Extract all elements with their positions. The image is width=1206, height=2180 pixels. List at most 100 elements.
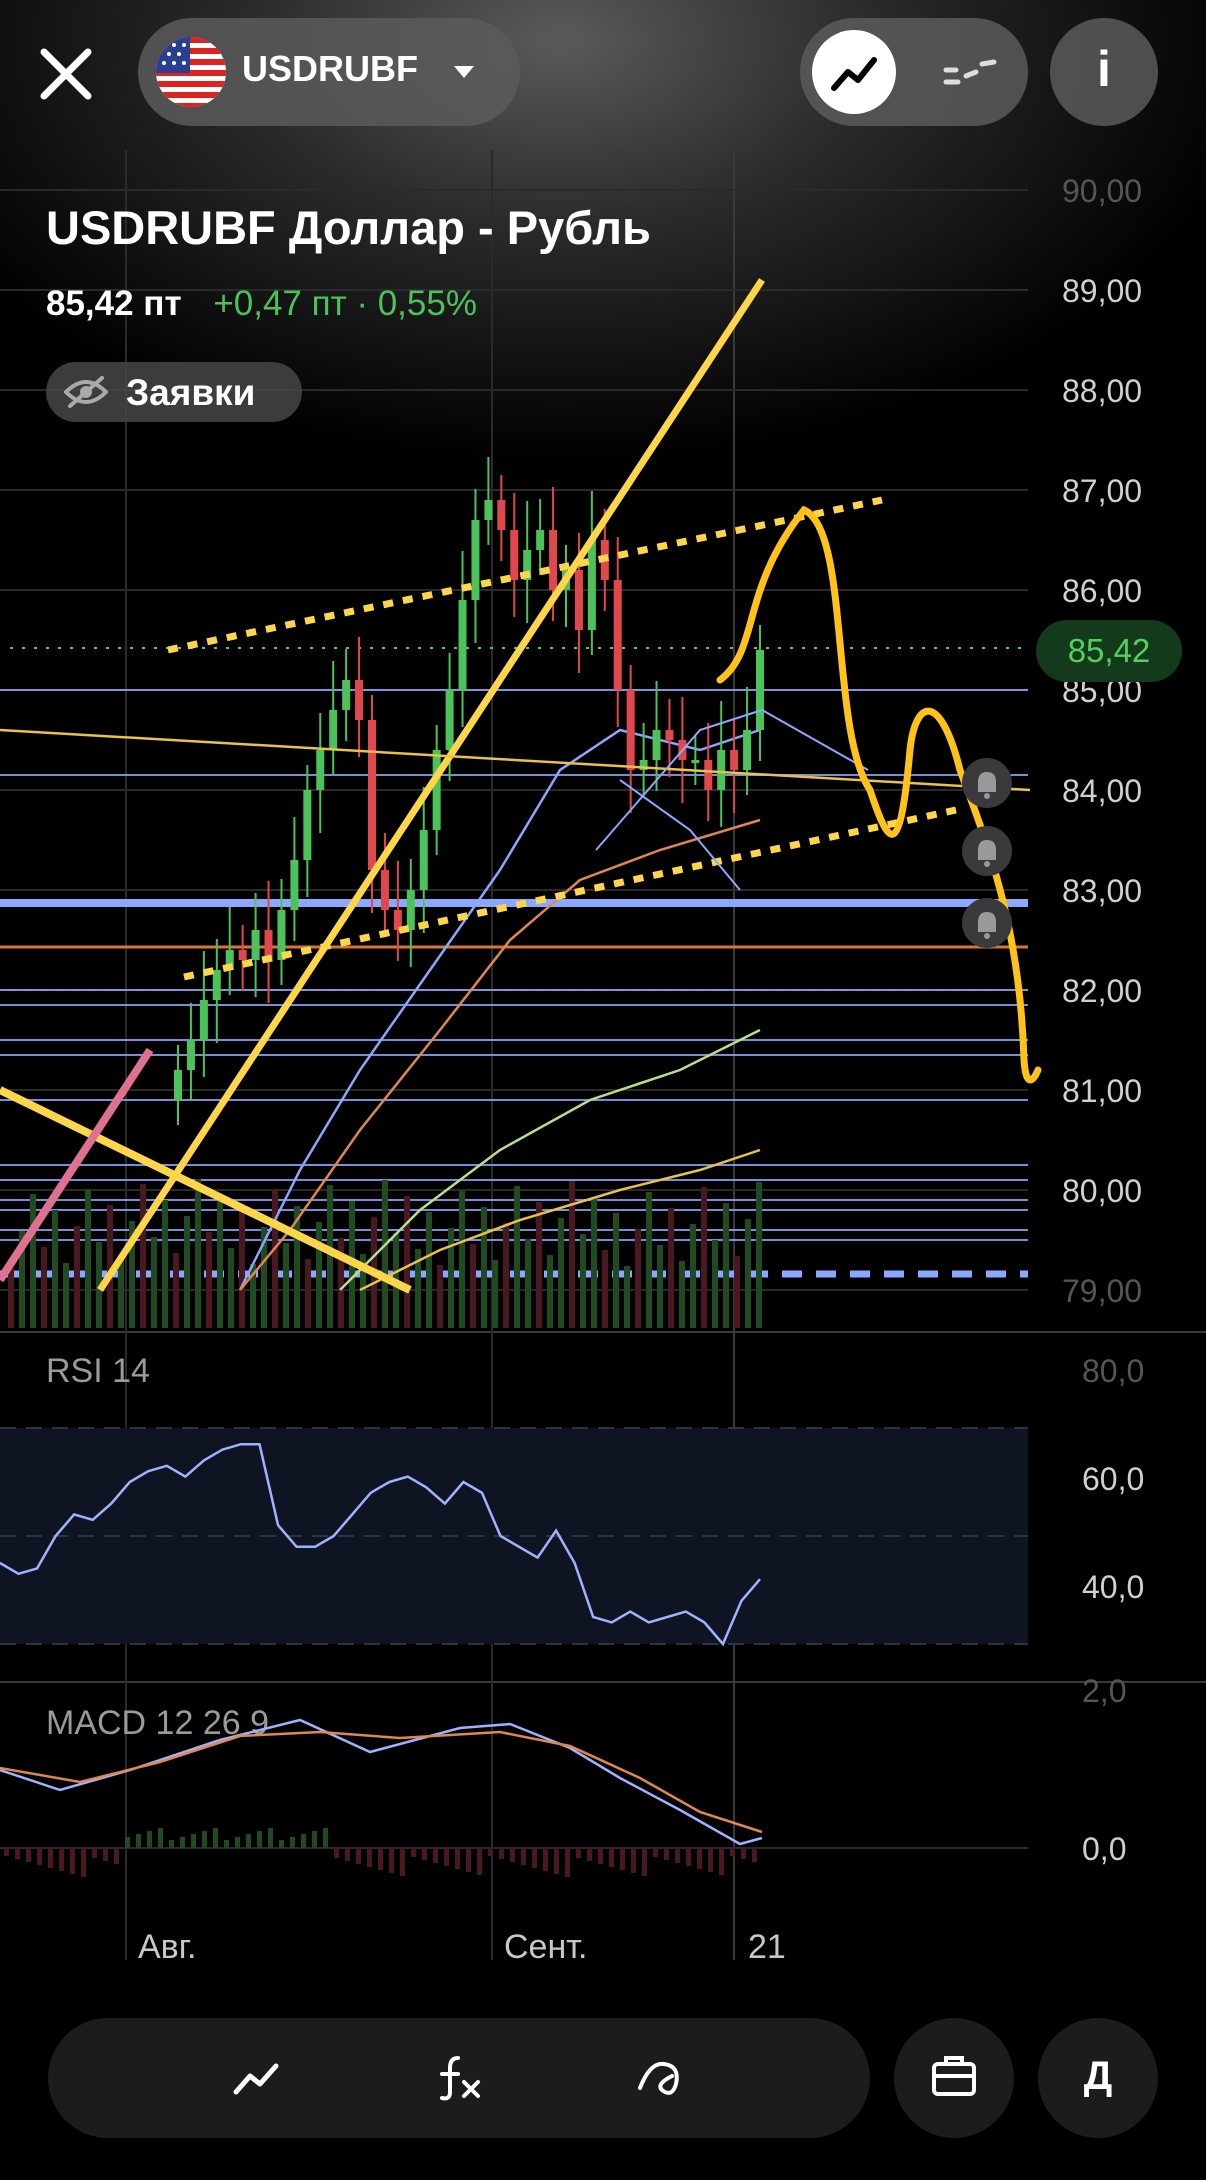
alert-bell[interactable]	[962, 898, 1012, 948]
macd-histogram-bar	[631, 1848, 636, 1873]
info-button[interactable]: i	[1050, 18, 1158, 126]
volume-bar	[52, 1210, 58, 1328]
alert-bell[interactable]	[962, 758, 1012, 808]
macd-histogram-bar	[653, 1848, 658, 1857]
macd-histogram-bar	[367, 1848, 372, 1867]
price-row: 85,42 пт +0,47 пт · 0,55%	[46, 284, 477, 324]
macd-histogram-bar	[719, 1848, 724, 1875]
moving-averages	[238, 728, 761, 1292]
rsi-tick-80: 80,0	[1082, 1353, 1144, 1389]
dashed-chart-icon	[943, 59, 997, 85]
chart-style-icon	[233, 2063, 279, 2095]
line-mode-button[interactable]	[812, 30, 896, 114]
candle-body	[497, 500, 506, 530]
macd-histogram-bar	[191, 1834, 196, 1848]
volume-bar	[272, 1190, 278, 1328]
candle-body	[406, 890, 415, 930]
candle-body	[290, 860, 299, 910]
bell-icon	[978, 772, 996, 799]
volume-bar	[437, 1265, 443, 1328]
volume-bar	[195, 1179, 201, 1328]
candle-body	[458, 600, 467, 690]
candle-body	[652, 730, 661, 760]
candle-body	[355, 680, 364, 720]
rsi-tick-60: 60,0	[1082, 1461, 1144, 1497]
candle-body	[303, 790, 312, 860]
macd-histogram-bar	[389, 1848, 394, 1873]
macd-histogram-bar	[741, 1848, 746, 1859]
volume-bar	[217, 1195, 223, 1328]
volume-bar	[283, 1243, 289, 1328]
briefcase-icon	[932, 2056, 976, 2096]
alert-bell[interactable]	[962, 826, 1012, 876]
volume-bar	[514, 1186, 520, 1328]
macd-histogram-bar	[312, 1831, 317, 1848]
volume-bar	[305, 1259, 311, 1328]
ticker-selector[interactable]: USDRUBF	[138, 18, 520, 126]
candle-body	[316, 750, 325, 790]
current-price-badge: 85,42	[1036, 620, 1182, 682]
close-button[interactable]	[34, 42, 98, 106]
horizontal-levels	[0, 647, 1030, 1278]
macd-histogram-bar	[81, 1848, 86, 1877]
macd-histogram-bar	[598, 1848, 603, 1864]
macd-histogram-bar	[730, 1848, 735, 1856]
x-label-aug: Авг.	[138, 1928, 196, 1966]
macd-tick-0: 0,0	[1082, 1831, 1126, 1867]
macd-histogram-bar	[279, 1840, 284, 1848]
macd-histogram-bar	[136, 1834, 141, 1848]
macd-histogram-bar	[26, 1848, 31, 1862]
volume-bar	[679, 1261, 685, 1328]
current-price-badge-value: 85,42	[1067, 632, 1151, 669]
candle-body	[626, 690, 635, 770]
indicators-button[interactable]	[428, 2048, 488, 2108]
macd-histogram-bar	[125, 1837, 130, 1848]
chart-style-button[interactable]	[226, 2048, 286, 2108]
volume-bar	[690, 1224, 696, 1328]
candle-body	[743, 730, 752, 770]
macd-histogram-bar	[455, 1848, 460, 1869]
macd-histogram-bar	[235, 1837, 240, 1848]
volume-bar	[448, 1228, 454, 1328]
orders-toggle[interactable]: Заявки	[46, 362, 302, 422]
candle-body	[665, 730, 674, 740]
x-label-sep: Сент.	[504, 1928, 588, 1966]
macd-histogram-bar	[554, 1848, 559, 1874]
chart-tools-bar	[48, 2018, 870, 2138]
volume-bar	[173, 1253, 179, 1328]
us-flag-icon	[156, 37, 226, 107]
price-tick-label: 81,00	[1062, 1073, 1142, 1109]
price-tick-label: 82,00	[1062, 973, 1142, 1009]
volume-bar	[723, 1203, 729, 1328]
candle-body	[380, 870, 389, 910]
candle-body	[199, 1000, 208, 1040]
volume-bar	[580, 1234, 586, 1328]
period-selector[interactable]: Д	[1038, 2018, 1158, 2138]
macd-histogram-bar	[334, 1848, 339, 1858]
instrument-title: USDRUBF Доллар - Рубль	[46, 201, 651, 254]
macd-histogram-bar	[37, 1848, 42, 1865]
compare-mode-button[interactable]	[940, 52, 1000, 92]
volume-bar	[558, 1218, 564, 1328]
drawing-button[interactable]	[632, 2048, 692, 2108]
volume-bar	[426, 1212, 432, 1328]
price-tick-label: 87,00	[1062, 473, 1142, 509]
macd-histogram-bar	[521, 1848, 526, 1865]
macd-histogram-bar	[4, 1848, 9, 1856]
price-change: +0,47 пт · 0,55%	[213, 284, 477, 323]
candle-body	[704, 760, 713, 790]
volume-bar	[239, 1211, 245, 1328]
candle-body	[186, 1040, 195, 1070]
volume-bar	[74, 1226, 80, 1328]
macd-histogram-bar	[268, 1828, 273, 1848]
portfolio-button[interactable]	[894, 2018, 1014, 2138]
candle-body	[368, 720, 376, 870]
price-tick-label: 89,00	[1062, 273, 1142, 309]
rsi-tick-40: 40,0	[1082, 1569, 1144, 1605]
macd-histogram-bar	[169, 1840, 174, 1848]
candle-body	[536, 530, 545, 550]
macd-histogram-bar	[180, 1837, 185, 1848]
volume-bar	[151, 1237, 157, 1328]
candle-body	[549, 530, 558, 590]
price-tick-label: 80,00	[1062, 1173, 1142, 1209]
